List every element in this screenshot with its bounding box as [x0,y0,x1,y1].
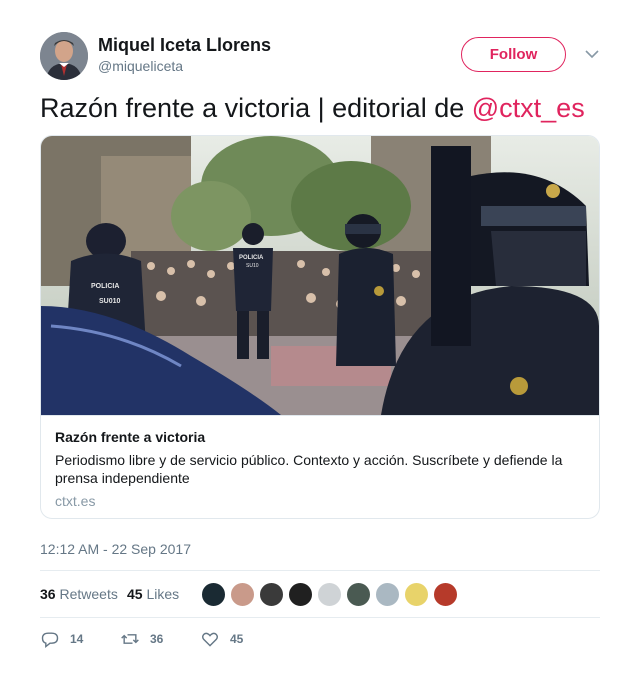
card-description: Periodismo libre y de servicio público. … [55,452,563,486]
like-button[interactable]: 45 [200,628,243,650]
avatar[interactable] [40,32,88,80]
liker-avatar[interactable] [404,582,429,607]
likes-label: Likes [146,586,180,602]
retweets-count: 36 [40,586,56,602]
liker-avatar[interactable] [259,582,284,607]
timestamp[interactable]: 12:12 AM - 22 Sep 2017 [40,541,191,557]
reply-count: 14 [70,632,84,646]
liker-avatar[interactable] [317,582,342,607]
retweet-icon [121,634,139,644]
tweet-text: Razón frente a victoria | editorial de @… [40,93,585,124]
retweet-button[interactable]: 36 [120,628,163,650]
follow-button[interactable]: Follow [461,37,566,72]
likes-stat[interactable]: 45 Likes [127,586,179,602]
like-count: 45 [230,632,244,646]
retweets-label: Retweets [59,586,118,602]
chevron-down-icon[interactable] [584,46,600,62]
tweet-header: Miquel Iceta Llorens @miqueliceta Follow [40,32,600,80]
likes-count: 45 [127,586,143,602]
liker-avatar[interactable] [201,582,226,607]
liker-avatar[interactable] [230,582,255,607]
liker-avatar[interactable] [346,582,371,607]
mention-link[interactable]: @ctxt_es [472,93,585,123]
reply-icon [41,632,59,648]
retweet-count: 36 [150,632,164,646]
tweet-actions: 14 36 45 [40,628,600,650]
tweet-stats: 36 Retweets 45 Likes [40,570,600,618]
liker-avatar[interactable] [288,582,313,607]
vest-label-4: SU10 [246,263,259,269]
link-card[interactable]: POLICIA SU010 POLICIA SU10 Razón frente … [40,135,600,519]
vest-label-1: POLICIA [91,283,119,290]
reply-button[interactable]: 14 [40,628,83,650]
vest-label-2: SU010 [99,298,121,305]
tweet-body: Razón frente a victoria | editorial de [40,93,472,123]
user-name[interactable]: Miquel Iceta Llorens [98,35,271,56]
user-handle[interactable]: @miqueliceta [98,58,183,74]
liker-avatar[interactable] [375,582,400,607]
liker-avatar[interactable] [433,582,458,607]
retweets-stat[interactable]: 36 Retweets [40,586,118,602]
card-image[interactable]: POLICIA SU010 POLICIA SU10 [41,136,599,415]
card-body[interactable]: Razón frente a victoria Periodismo libre… [41,415,599,518]
vest-label-3: POLICIA [239,255,264,261]
card-title: Razón frente a victoria [55,429,206,445]
card-domain: ctxt.es [55,493,96,509]
heart-icon [202,632,218,647]
